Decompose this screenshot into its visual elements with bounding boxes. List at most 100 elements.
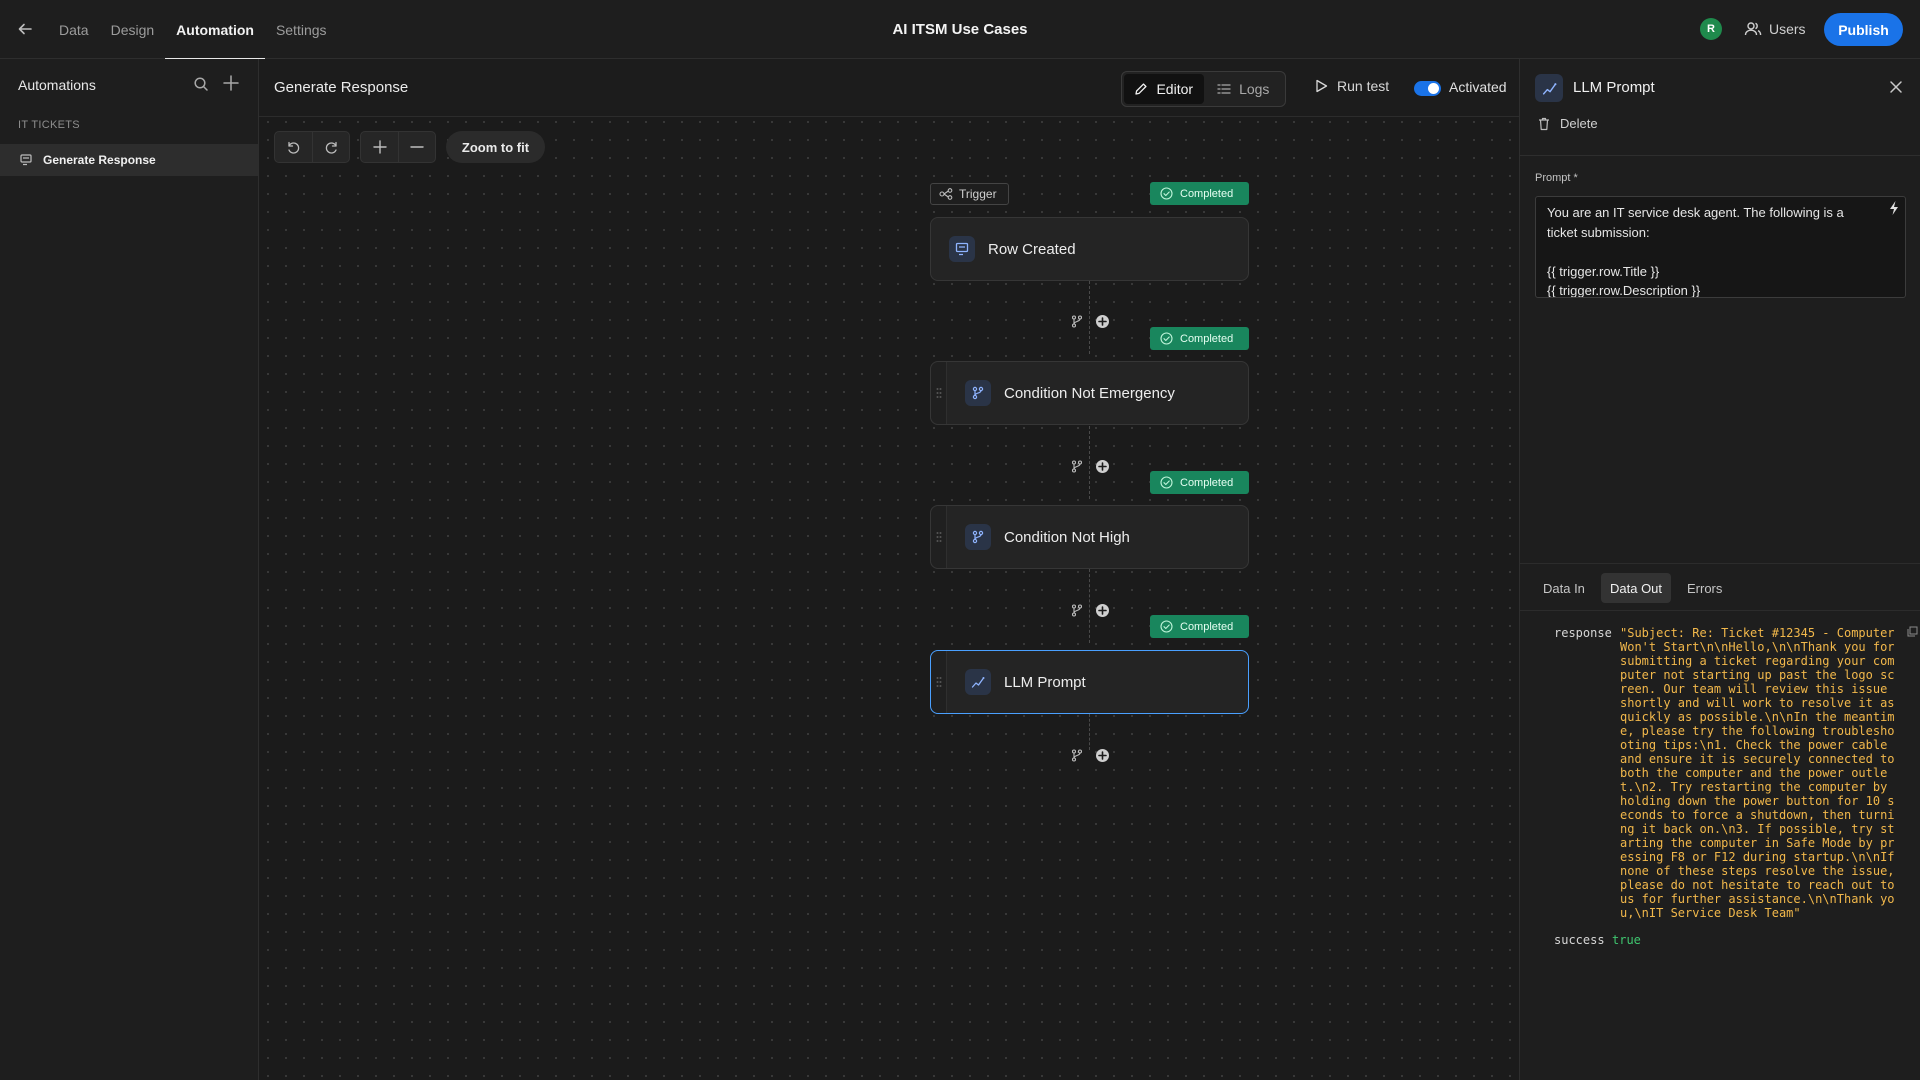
top-nav: Data Design Automation Settings (48, 0, 338, 60)
zoom-to-fit-button[interactable]: Zoom to fit (446, 131, 545, 163)
trash-icon (1538, 117, 1550, 131)
connector-line (1089, 714, 1090, 750)
logs-mode-button[interactable]: Logs (1204, 74, 1284, 104)
add-step-icon[interactable] (1096, 459, 1109, 473)
add-step-controls (1071, 748, 1109, 762)
branch-icon[interactable] (1071, 314, 1083, 328)
sparkline-icon (965, 669, 991, 695)
branch-icon (965, 380, 991, 406)
trigger-icon (939, 188, 953, 200)
trigger-tag: Trigger (930, 183, 1009, 205)
sidebar-section-heading: IT TICKETS (18, 119, 80, 131)
list-icon (1217, 82, 1231, 96)
top-bar: Data Design Automation Settings AI ITSM … (0, 0, 1920, 60)
undo-button[interactable] (275, 132, 312, 162)
branch-icon[interactable] (1071, 459, 1083, 473)
branch-icon[interactable] (1071, 603, 1083, 617)
drag-handle-icon[interactable] (931, 362, 947, 424)
back-arrow-icon[interactable] (16, 20, 34, 38)
copy-icon[interactable] (1907, 626, 1918, 637)
panel-title: LLM Prompt (1573, 79, 1655, 96)
search-icon[interactable] (193, 76, 209, 92)
run-test-label: Run test (1337, 78, 1390, 94)
plus-icon (372, 140, 387, 154)
check-circle-icon (1160, 476, 1173, 489)
status-label: Completed (1180, 620, 1234, 633)
step-label: LLM Prompt (1004, 673, 1086, 691)
editor-label: Editor (1156, 81, 1194, 97)
tab-settings[interactable]: Settings (265, 0, 338, 59)
check-circle-icon (1160, 187, 1173, 200)
users-button[interactable]: Users (1744, 16, 1806, 42)
flow-canvas[interactable]: Generate Response Editor Logs Run test A (259, 59, 1519, 1080)
add-step-controls (1071, 314, 1109, 328)
tab-automation[interactable]: Automation (165, 0, 265, 60)
editor-mode-button[interactable]: Editor (1124, 74, 1204, 104)
drag-handle-icon[interactable] (931, 506, 947, 568)
prompt-field-label: Prompt * (1535, 172, 1578, 184)
status-label: Completed (1180, 476, 1234, 489)
status-badge: Completed (1150, 471, 1249, 494)
step-condition-not-emergency[interactable]: Condition Not Emergency (930, 361, 1249, 425)
zoom-controls (360, 131, 436, 163)
redo-icon (324, 140, 339, 155)
activated-label: Activated (1449, 79, 1507, 95)
divider (1520, 155, 1920, 156)
avatar[interactable]: R (1700, 18, 1722, 40)
canvas-header: Generate Response Editor Logs Run test A (259, 59, 1519, 117)
sidebar-title: Automations (18, 77, 96, 93)
add-step-controls (1071, 603, 1109, 617)
table-row-icon (20, 154, 32, 166)
step-row-created[interactable]: Row Created (930, 217, 1249, 281)
play-icon (1315, 79, 1328, 93)
prompt-textarea[interactable]: You are an IT service desk agent. The fo… (1535, 196, 1906, 298)
app-title: AI ITSM Use Cases (892, 21, 1028, 38)
status-badge: Completed (1150, 615, 1249, 638)
step-label: Condition Not Emergency (1004, 384, 1175, 402)
status-label: Completed (1180, 332, 1234, 345)
tab-data-in[interactable]: Data In (1534, 573, 1594, 603)
publish-button[interactable]: Publish (1824, 13, 1903, 46)
delete-label: Delete (1560, 116, 1598, 131)
json-key-success: success (1554, 933, 1605, 947)
add-step-icon[interactable] (1096, 603, 1109, 617)
tab-data[interactable]: Data (48, 0, 100, 59)
json-value-response: "Subject: Re: Ticket #12345 - Computer W… (1620, 626, 1902, 920)
table-row-icon (949, 236, 975, 262)
run-test-button[interactable]: Run test (1315, 78, 1389, 94)
redo-button[interactable] (312, 132, 349, 162)
lightning-icon[interactable] (1888, 200, 1900, 216)
undo-icon (286, 140, 301, 155)
json-value-success: true (1612, 933, 1641, 947)
add-step-icon[interactable] (1096, 748, 1109, 762)
json-key-response: response (1554, 626, 1612, 640)
delete-step-button[interactable]: Delete (1538, 116, 1598, 131)
branch-icon[interactable] (1071, 748, 1083, 762)
sidebar-item-label: Generate Response (43, 153, 156, 167)
add-step-icon[interactable] (1096, 314, 1109, 328)
users-label: Users (1769, 21, 1806, 37)
tab-errors[interactable]: Errors (1678, 573, 1731, 603)
zoom-out-button[interactable] (398, 132, 435, 162)
check-circle-icon (1160, 332, 1173, 345)
history-controls (274, 131, 350, 163)
minus-icon (410, 140, 424, 154)
automations-sidebar: Automations IT TICKETS Generate Response (0, 59, 259, 1080)
automation-title: Generate Response (274, 79, 409, 96)
add-automation-icon[interactable] (222, 74, 240, 92)
step-config-panel: LLM Prompt Delete Prompt * You are an IT… (1519, 59, 1920, 1080)
zoom-in-button[interactable] (361, 132, 398, 162)
data-tabs: Data In Data Out Errors (1520, 563, 1920, 611)
check-circle-icon (1160, 620, 1173, 633)
sidebar-item-generate-response[interactable]: Generate Response (0, 144, 258, 176)
step-condition-not-high[interactable]: Condition Not High (930, 505, 1249, 569)
tab-design[interactable]: Design (100, 0, 166, 59)
close-icon[interactable] (1888, 79, 1904, 95)
step-llm-prompt[interactable]: LLM Prompt (930, 650, 1249, 714)
logs-label: Logs (1239, 81, 1270, 97)
tab-data-out[interactable]: Data Out (1601, 573, 1672, 603)
add-step-controls (1071, 459, 1109, 473)
step-label: Condition Not High (1004, 528, 1130, 546)
drag-handle-icon[interactable] (931, 651, 947, 713)
activated-toggle[interactable] (1414, 81, 1441, 96)
